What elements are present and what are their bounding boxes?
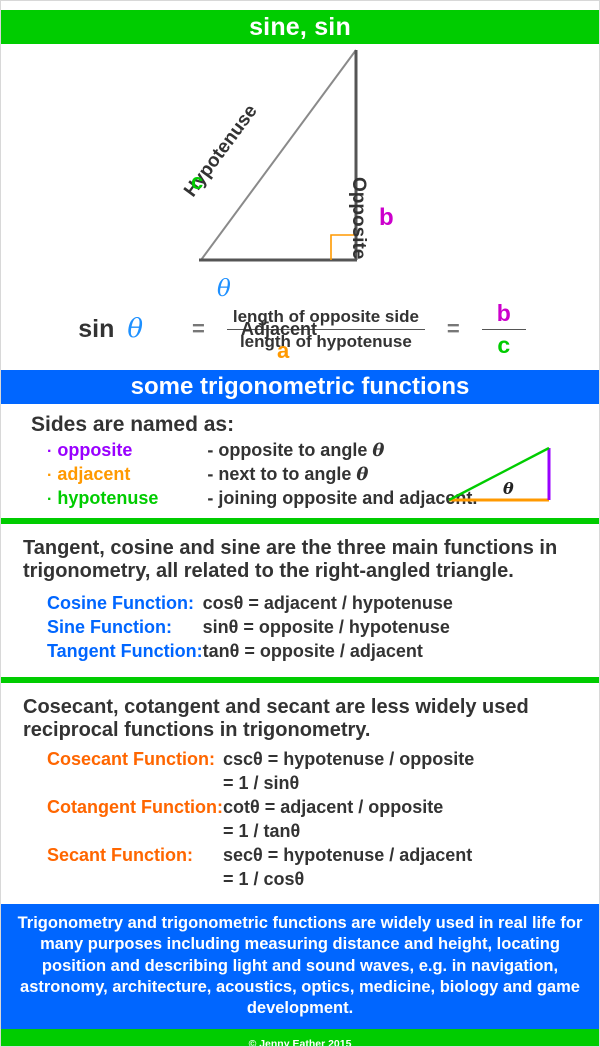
function-expr-cosine: cosθ = adjacent / hypotenuse xyxy=(202,592,453,613)
page-title-bar: sine, sin xyxy=(1,10,599,44)
side-name-adjacent: adjacent xyxy=(57,463,131,484)
side-desc-adjacent: - next to to angle θ xyxy=(207,463,369,485)
bullet-icon: · xyxy=(47,466,53,484)
function-expr-cosecant-alt: = 1 / sinθ xyxy=(222,773,300,794)
bullet-icon: · xyxy=(47,490,53,508)
function-label-cosine: Cosine Function: xyxy=(47,592,194,613)
adjacent-letter: a xyxy=(277,338,290,363)
function-expr-cotangent: cotθ = adjacent / opposite xyxy=(222,797,444,818)
main-functions-section: Tangent, cosine and sine are the three m… xyxy=(1,524,599,677)
function-expr-tangent: tanθ = opposite / adjacent xyxy=(202,641,423,662)
main-functions-paragraph: Tangent, cosine and sine are the three m… xyxy=(23,537,558,583)
sides-heading: Sides are named as: xyxy=(31,413,235,436)
function-expr-secant: secθ = hypotenuse / adjacent xyxy=(222,845,473,866)
formula-ratio-denominator: c xyxy=(497,331,511,358)
triangle-diagram: Hypotenuse c Opposite b θ Adjacent a xyxy=(1,44,599,363)
side-name-hypotenuse: hypotenuse xyxy=(57,487,159,508)
sides-section: Sides are named as: · opposite - opposit… xyxy=(1,404,599,518)
footer-note: Trigonometry and trigonometric functions… xyxy=(1,904,599,1029)
table-row: Cosine Function: cosθ = adjacent / hypot… xyxy=(47,592,453,616)
table-row: Tangent Function: tanθ = opposite / adja… xyxy=(47,640,453,664)
copyright-bar: © Jenny Eather 2015 xyxy=(1,1028,599,1047)
side-desc-hypotenuse: - joining opposite and adjacent. xyxy=(207,487,478,508)
poster-page: sine, sin Hypotenuse c Opposite b θ Adja… xyxy=(0,0,600,1047)
reciprocal-functions-paragraph: Cosecant, cotangent and secant are less … xyxy=(23,695,529,741)
function-expr-cotangent-alt: = 1 / tanθ xyxy=(222,821,301,842)
copyright-text: © Jenny Eather 2015 xyxy=(248,1037,352,1047)
function-expr-sine: sinθ = opposite / hypotenuse xyxy=(202,617,450,638)
table-row: Sine Function: sinθ = opposite / hypoten… xyxy=(47,616,453,640)
side-desc-opposite: - opposite to angle θ xyxy=(207,440,385,461)
formula-theta: θ xyxy=(127,314,143,344)
mini-triangle-diagram: θ xyxy=(448,446,551,502)
side-name-opposite: opposite xyxy=(57,440,133,460)
main-functions-table: Cosine Function: cosθ = adjacent / hypot… xyxy=(47,592,453,665)
function-expr-secant-alt: = 1 / cosθ xyxy=(222,869,305,890)
mini-angle-theta: θ xyxy=(503,479,514,498)
section-header-title: some trigonometric functions xyxy=(130,373,470,400)
table-row: Cosecant Function: cscθ = hypotenuse / o… xyxy=(47,748,474,772)
bullet-icon: · xyxy=(47,443,53,460)
section-header-bar: some trigonometric functions xyxy=(1,370,599,404)
function-expr-cosecant: cscθ = hypotenuse / opposite xyxy=(222,749,475,770)
table-row: = 1 / sinθ xyxy=(47,772,474,796)
page-title: sine, sin xyxy=(249,12,351,41)
function-label-sine: Sine Function: xyxy=(47,617,172,638)
mini-hypotenuse-line xyxy=(448,446,550,502)
formula-function-name: sin xyxy=(78,314,115,343)
formula-fraction-letters: b c xyxy=(481,298,526,361)
hypotenuse-letter: c xyxy=(191,169,204,194)
table-row: = 1 / tanθ xyxy=(47,820,474,844)
formula-ratio-numerator: b xyxy=(496,299,511,326)
function-label-cotangent: Cotangent Function: xyxy=(47,797,223,818)
function-label-cosecant: Cosecant Function: xyxy=(47,749,216,770)
triangle-svg xyxy=(199,49,358,262)
table-row: = 1 / cosθ xyxy=(47,868,474,892)
function-label-secant: Secant Function: xyxy=(47,845,194,866)
table-row: Secant Function: secθ = hypotenuse / adj… xyxy=(47,844,474,868)
function-label-tangent: Tangent Function: xyxy=(47,641,203,662)
opposite-letter: b xyxy=(379,204,394,231)
adjacent-label: Adjacent xyxy=(241,319,318,339)
angle-theta-symbol: θ xyxy=(217,276,231,302)
opposite-label: Opposite xyxy=(348,177,369,260)
reciprocal-functions-section: Cosecant, cotangent and secant are less … xyxy=(1,683,599,905)
formula-equals-second: = xyxy=(446,316,460,341)
formula-equals-first: = xyxy=(192,316,205,341)
reciprocal-functions-table: Cosecant Function: cscθ = hypotenuse / o… xyxy=(47,748,474,892)
table-row: Cotangent Function: cotθ = adjacent / op… xyxy=(47,796,474,820)
